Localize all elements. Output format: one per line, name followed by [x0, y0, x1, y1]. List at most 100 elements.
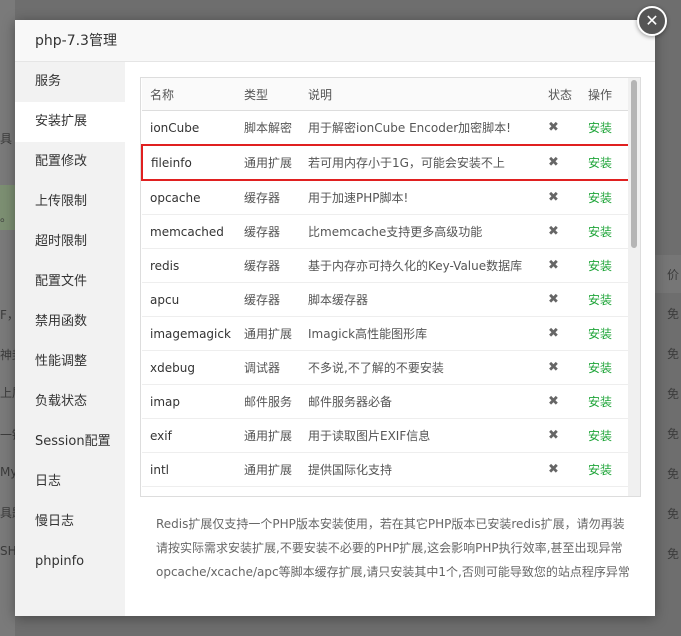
- extension-type: 缓存器: [236, 282, 300, 317]
- sidebar-item-service[interactable]: 服务: [15, 62, 125, 102]
- table-scrollbar-thumb[interactable]: [631, 80, 637, 248]
- php-manager-dialog: php-7.3管理 服务 安装扩展 配置修改 上传限制 超时限制 配置文件 禁用…: [15, 20, 655, 616]
- background-text: My: [0, 465, 15, 479]
- dialog-title: php-7.3管理: [15, 20, 655, 62]
- status-not-installed-icon: ✖: [540, 316, 580, 351]
- sidebar-item-upload-limit[interactable]: 上传限制: [15, 182, 125, 222]
- column-header-name: 名称: [142, 78, 236, 111]
- sidebar-item-load-status[interactable]: 负载状态: [15, 382, 125, 422]
- background-text: 具题: [0, 506, 15, 520]
- status-not-installed-icon: ✖: [540, 248, 580, 283]
- column-header-status: 状态: [540, 78, 580, 111]
- status-not-installed-icon: ✖: [540, 214, 580, 249]
- sidebar-item-phpinfo[interactable]: phpinfo: [15, 542, 125, 582]
- table-row: exif 通用扩展 用于读取图片EXIF信息 ✖ 安装: [142, 418, 629, 453]
- background-text: 免: [667, 507, 680, 521]
- tip-item: opcache/xcache/apc等脚本缓存扩展,请只安装其中1个,否则可能导…: [156, 560, 661, 584]
- extension-type: 调试器: [236, 350, 300, 385]
- install-link[interactable]: 安装: [580, 316, 629, 351]
- extension-description: 提供国际化支持: [300, 452, 540, 487]
- tip-item: 请按实际需求安装扩展,不要安装不必要的PHP扩展,这会影响PHP执行效率,甚至出…: [156, 536, 661, 560]
- extension-type: 通用扩展: [236, 418, 300, 453]
- extension-description: 用于读取图片EXIF信息: [300, 418, 540, 453]
- background-text: 免: [667, 547, 680, 561]
- column-header-action: 操作: [580, 78, 629, 111]
- extension-type: 通用扩展: [236, 316, 300, 351]
- dialog-sidebar: 服务 安装扩展 配置修改 上传限制 超时限制 配置文件 禁用函数 性能调整 负载…: [15, 62, 125, 616]
- install-link[interactable]: 安装: [580, 144, 630, 181]
- extension-description: 比memcache支持更多高级功能: [300, 214, 540, 249]
- background-text: 上層: [0, 386, 15, 400]
- extension-name: xdebug: [142, 350, 236, 385]
- extension-panel: 名称 类型 说明 状态 操作 ionCube 脚本解密 用于解密ionCube …: [125, 62, 655, 616]
- extension-name: fileinfo: [141, 144, 236, 181]
- table-header-row: 名称 类型 说明 状态 操作: [142, 78, 629, 111]
- background-text: 免: [667, 307, 680, 321]
- extension-type: 缓存器: [236, 214, 300, 249]
- extension-name: ionCube: [142, 110, 236, 146]
- background-text: 价: [667, 268, 680, 282]
- table-row: apcu 缓存器 脚本缓存器 ✖ 安装: [142, 282, 629, 317]
- sidebar-item-config-modify[interactable]: 配置修改: [15, 142, 125, 182]
- status-not-installed-icon: ✖: [540, 418, 580, 453]
- extension-name: imap: [142, 384, 236, 419]
- extension-description: 邮件服务器必备: [300, 384, 540, 419]
- extension-name: redis: [142, 248, 236, 283]
- install-link[interactable]: 安装: [580, 110, 629, 146]
- table-row: memcached 缓存器 比memcache支持更多高级功能 ✖ 安装: [142, 214, 629, 249]
- status-not-installed-icon: ✖: [540, 384, 580, 419]
- table-row: opcache 缓存器 用于加速PHP脚本! ✖ 安装: [142, 180, 629, 215]
- extension-type: 邮件服务: [236, 384, 300, 419]
- background-text: 神封: [0, 348, 15, 362]
- install-link[interactable]: 安装: [580, 214, 629, 249]
- table-row: imap 邮件服务 邮件服务器必备 ✖ 安装: [142, 384, 629, 419]
- install-link[interactable]: 安装: [580, 248, 629, 283]
- background-text: 具: [0, 132, 13, 146]
- table-row: redis 缓存器 基于内存亦可持久化的Key-Value数据库 ✖ 安装: [142, 248, 629, 283]
- sidebar-item-performance[interactable]: 性能调整: [15, 342, 125, 382]
- background-text: 免: [667, 467, 680, 481]
- extension-table-container: 名称 类型 说明 状态 操作 ionCube 脚本解密 用于解密ionCube …: [140, 77, 641, 497]
- extension-table: 名称 类型 说明 状态 操作 ionCube 脚本解密 用于解密ionCube …: [141, 78, 630, 487]
- extension-description: 基于内存亦可持久化的Key-Value数据库: [300, 248, 540, 283]
- install-link[interactable]: 安装: [580, 418, 629, 453]
- extension-description: 用于解密ionCube Encoder加密脚本!: [300, 110, 540, 146]
- extension-type: 脚本解密: [236, 110, 300, 146]
- background-text: 免: [667, 427, 680, 441]
- extension-description: 若可用内存小于1G，可能会安装不上: [300, 144, 540, 181]
- install-link[interactable]: 安装: [580, 282, 629, 317]
- extension-name: opcache: [142, 180, 236, 215]
- install-link[interactable]: 安装: [580, 452, 629, 487]
- sidebar-item-session-config[interactable]: Session配置: [15, 422, 125, 462]
- install-link[interactable]: 安装: [580, 384, 629, 419]
- table-row-highlighted: fileinfo 通用扩展 若可用内存小于1G，可能会安装不上 ✖ 安装: [141, 144, 630, 181]
- background-text: 免: [667, 387, 680, 401]
- extension-description: 脚本缓存器: [300, 282, 540, 317]
- sidebar-item-log[interactable]: 日志: [15, 462, 125, 502]
- column-header-description: 说明: [300, 78, 540, 111]
- install-link[interactable]: 安装: [580, 350, 629, 385]
- install-link[interactable]: 安装: [580, 180, 629, 215]
- extension-description: Imagick高性能图形库: [300, 316, 540, 351]
- sidebar-item-slow-log[interactable]: 慢日志: [15, 502, 125, 542]
- extension-type: 缓存器: [236, 248, 300, 283]
- table-row: xdebug 调试器 不多说,不了解的不要安装 ✖ 安装: [142, 350, 629, 385]
- status-not-installed-icon: ✖: [540, 180, 580, 215]
- background-text: 免: [667, 347, 680, 361]
- status-not-installed-icon: ✖: [540, 350, 580, 385]
- extension-description: 不多说,不了解的不要安装: [300, 350, 540, 385]
- status-not-installed-icon: ✖: [540, 452, 580, 487]
- sidebar-item-disabled-functions[interactable]: 禁用函数: [15, 302, 125, 342]
- table-row: intl 通用扩展 提供国际化支持 ✖ 安装: [142, 452, 629, 487]
- close-icon[interactable]: ✕: [637, 6, 667, 36]
- sidebar-item-timeout-limit[interactable]: 超时限制: [15, 222, 125, 262]
- extension-name: memcached: [142, 214, 236, 249]
- extension-name: imagemagick: [142, 316, 236, 351]
- background-text: 。: [0, 210, 13, 224]
- status-not-installed-icon: ✖: [540, 110, 580, 146]
- tip-item: Redis扩展仅支持一个PHP版本安装使用，若在其它PHP版本已安装redis扩…: [156, 512, 661, 536]
- status-not-installed-icon: ✖: [540, 282, 580, 317]
- table-row: imagemagick 通用扩展 Imagick高性能图形库 ✖ 安装: [142, 316, 629, 351]
- sidebar-item-install-extension[interactable]: 安装扩展: [15, 102, 125, 142]
- sidebar-item-config-file[interactable]: 配置文件: [15, 262, 125, 302]
